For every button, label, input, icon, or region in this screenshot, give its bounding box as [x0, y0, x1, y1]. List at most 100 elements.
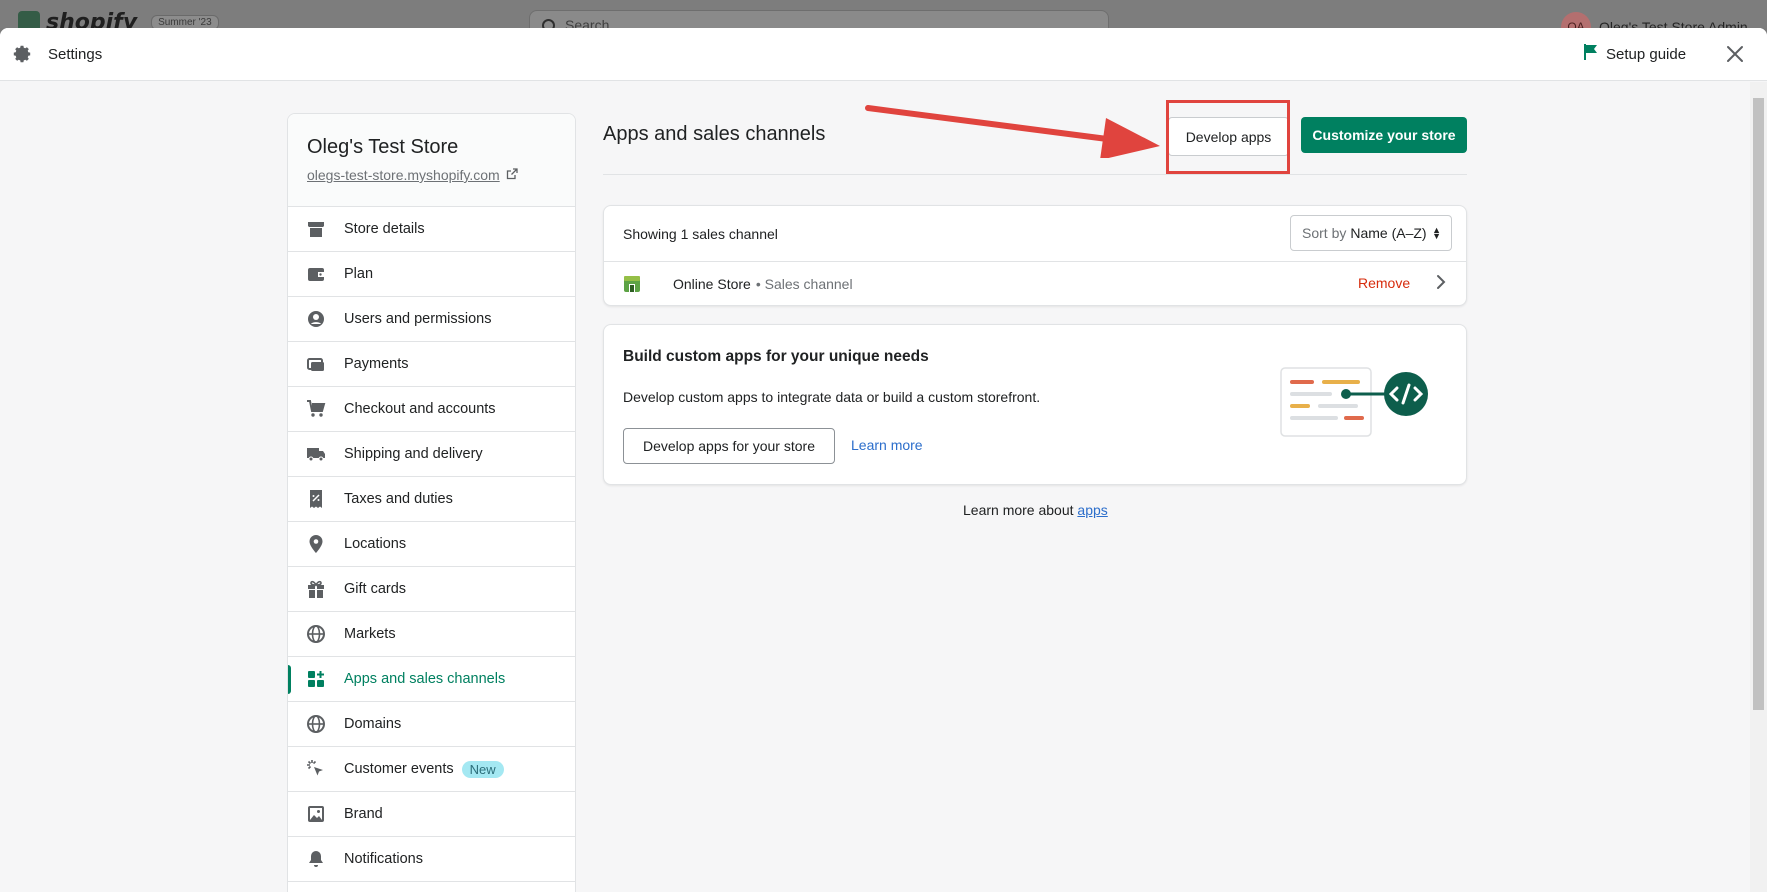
sidebar-item-label: Domains: [344, 716, 402, 732]
admin-search-bar: Search: [529, 10, 1109, 28]
receipt-icon: [306, 489, 326, 509]
cursor-click-icon: [306, 759, 326, 779]
setup-guide-button[interactable]: Setup guide: [1584, 44, 1686, 64]
sidebar-item-plan[interactable]: Plan: [288, 252, 575, 297]
sidebar-item-label: Plan: [344, 266, 374, 282]
develop-apps-for-store-button[interactable]: Develop apps for your store: [623, 428, 835, 464]
edition-badge: Summer '23: [151, 15, 219, 28]
sidebar-item-locations[interactable]: Locations: [288, 522, 575, 567]
store-url-link[interactable]: olegs-test-store.myshopify.com: [307, 167, 556, 183]
sidebar-item-markets[interactable]: Markets: [288, 612, 575, 657]
shopify-logo: shopify Summer '23: [18, 10, 219, 28]
develop-apps-button[interactable]: Develop apps: [1168, 117, 1289, 156]
cart-icon: [306, 399, 326, 419]
sidebar-item-label: Store details: [344, 221, 425, 237]
sidebar-item-shipping-and-delivery[interactable]: Shipping and delivery: [288, 432, 575, 477]
sidebar-item-checkout-and-accounts[interactable]: Checkout and accounts: [288, 387, 575, 432]
sidebar-item-users-and-permissions[interactable]: Users and permissions: [288, 297, 575, 342]
sidebar-item-label: Payments: [344, 356, 409, 372]
logo-text: shopify: [46, 10, 138, 28]
bell-icon: [306, 849, 326, 869]
customize-store-button[interactable]: Customize your store: [1301, 117, 1467, 153]
shopify-bag-icon: [18, 10, 40, 28]
channel-row-online-store[interactable]: Online Store • Sales channel Remove: [604, 262, 1466, 306]
sort-value: Name (A–Z): [1350, 225, 1427, 241]
sidebar-nav: Store details Plan Users and permissions Pa…: [288, 207, 575, 882]
sidebar-item-label: Users and permissions: [344, 311, 492, 327]
learn-more-footer: Learn more about apps: [963, 502, 1108, 518]
new-badge: New: [461, 760, 504, 778]
close-icon[interactable]: [1723, 42, 1747, 66]
sidebar-item-label: Shipping and delivery: [344, 446, 483, 462]
search-icon: [542, 18, 555, 28]
sidebar-item-notifications[interactable]: Notifications: [288, 837, 575, 882]
apps-link[interactable]: apps: [1077, 502, 1107, 518]
page-title: Apps and sales channels: [603, 123, 826, 145]
sidebar-item-gift-cards[interactable]: Gift cards: [288, 567, 575, 612]
search-placeholder: Search: [565, 17, 610, 28]
settings-modal: Settings Setup guide Oleg's Test Store o…: [0, 28, 1767, 892]
sidebar-item-label: Apps and sales channels: [344, 671, 506, 687]
store-name: Oleg's Test Store: [307, 136, 459, 158]
annotation-arrow: [865, 105, 1160, 158]
select-caret-icon: ▲ ▼: [1432, 225, 1441, 241]
avatar: OA: [1561, 12, 1591, 28]
channel-name: Online Store: [673, 276, 751, 292]
apps-icon: [306, 669, 326, 689]
user-icon: [306, 309, 326, 329]
setup-guide-label: Setup guide: [1606, 45, 1687, 63]
build-custom-apps-card: Build custom apps for your unique needs …: [603, 324, 1467, 485]
sidebar-item-domains[interactable]: Domains: [288, 702, 575, 747]
sidebar-item-apps-and-sales-channels[interactable]: Apps and sales channels: [288, 657, 575, 702]
footer-prefix: Learn more about: [963, 502, 1074, 518]
globe-icon: [306, 624, 326, 644]
settings-header: Settings: [0, 28, 1767, 81]
chevron-right-icon[interactable]: [1434, 274, 1448, 293]
sales-channels-card: Showing 1 sales channel Sort by Name (A–…: [603, 205, 1467, 306]
sidebar-item-label: Customer events: [344, 761, 454, 777]
truck-icon: [306, 444, 326, 464]
channels-card-header: Showing 1 sales channel Sort by Name (A–…: [604, 206, 1466, 262]
sidebar-item-label: Gift cards: [344, 581, 407, 597]
sidebar-item-payments[interactable]: Payments: [288, 342, 575, 387]
scrollbar-thumb[interactable]: [1753, 98, 1764, 710]
sidebar-item-label: Markets: [344, 626, 396, 642]
remove-channel-button[interactable]: Remove: [1358, 275, 1410, 291]
location-pin-icon: [306, 534, 326, 554]
sidebar-item-label: Checkout and accounts: [344, 401, 496, 417]
build-card-description: Develop custom apps to integrate data or…: [623, 389, 1041, 405]
sidebar-item-customer-events[interactable]: Customer events New: [288, 747, 575, 792]
sort-prefix: Sort by: [1302, 225, 1347, 241]
sidebar-item-brand[interactable]: Brand: [288, 792, 575, 837]
gift-icon: [306, 579, 326, 599]
sidebar-item-label: Brand: [344, 806, 383, 822]
sidebar-item-taxes-and-duties[interactable]: Taxes and duties: [288, 477, 575, 522]
background-top-bar: shopify Summer '23 Search OA Oleg's Test…: [0, 0, 1767, 28]
flag-icon: [1584, 44, 1598, 64]
sidebar-item-label: Taxes and duties: [344, 491, 453, 507]
build-card-heading: Build custom apps for your unique needs: [623, 348, 929, 365]
sidebar-item-store-details[interactable]: Store details: [288, 207, 575, 252]
sidebar-item-label: Locations: [344, 536, 407, 552]
credit-card-icon: [306, 354, 326, 374]
store-header: Oleg's Test Store olegs-test-store.mysho…: [288, 114, 575, 207]
wallet-icon: [306, 264, 326, 284]
online-store-icon: [623, 275, 641, 293]
sort-select[interactable]: Sort by Name (A–Z) ▲ ▼: [1290, 215, 1452, 251]
header-divider: [603, 174, 1467, 175]
sidebar-item-label: Notifications: [344, 851, 423, 867]
store-admin-name: Oleg's Test Store Admin: [1599, 19, 1748, 28]
gear-icon: [12, 44, 32, 64]
settings-sidebar: Oleg's Test Store olegs-test-store.mysho…: [287, 113, 576, 892]
image-icon: [306, 804, 326, 824]
modal-title: Settings: [48, 45, 103, 63]
channel-type: • Sales channel: [755, 276, 853, 292]
globe-icon: [306, 714, 326, 734]
external-link-icon: [506, 167, 518, 183]
admin-user-menu: OA Oleg's Test Store Admin: [1561, 12, 1748, 28]
code-illustration: [1280, 367, 1428, 437]
store-icon: [306, 219, 326, 239]
channels-count-text: Showing 1 sales channel: [623, 225, 778, 242]
store-url-text: olegs-test-store.myshopify.com: [307, 167, 500, 183]
learn-more-link[interactable]: Learn more: [851, 437, 923, 453]
